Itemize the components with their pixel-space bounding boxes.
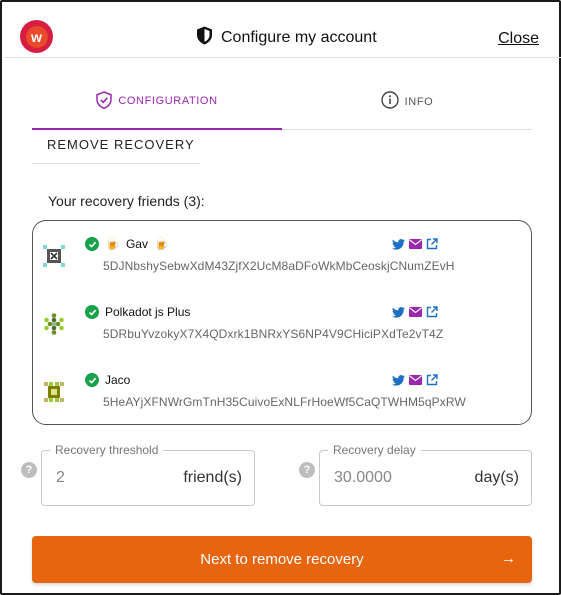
next-button[interactable]: Next to remove recovery → — [32, 536, 532, 583]
friend-name: Polkadot js Plus — [105, 305, 191, 319]
header: w Configure my account Close — [4, 4, 561, 58]
list-item: 🍺 Gav 🍺 5DJNbshySebwXdM43ZjfX2UcM8aDFoWk… — [43, 237, 523, 287]
recovery-delay-label: Recovery delay — [328, 443, 421, 457]
help-icon[interactable]: ? — [299, 462, 315, 478]
recovery-delay-unit: day(s) — [474, 469, 519, 486]
friend-address: 5DRbuYvzokyX7X4QDxrk1BNRxYS6NP4V9CHiciPX… — [103, 327, 444, 341]
tab-configuration[interactable]: CONFIGURATION — [32, 74, 282, 130]
friend-address: 5DJNbshySebwXdM43ZjfX2UcM8aDFoWkMbCeoskj… — [103, 259, 455, 273]
friend-name-row: 🍺 Gav 🍺 — [85, 237, 169, 251]
recovery-delay-field[interactable]: Recovery delay 30.0000 day(s) — [319, 443, 532, 506]
popup-frame: w Configure my account Close CONFIGURATI… — [0, 0, 561, 595]
recovery-threshold-value: 2 — [56, 469, 65, 486]
list-item: Polkadot js Plus 5DRbuYvzokyX7X4QDxrk1BN… — [43, 305, 523, 355]
twitter-icon[interactable] — [391, 237, 405, 251]
twitter-icon[interactable] — [391, 373, 405, 387]
email-icon[interactable] — [408, 237, 422, 251]
friend-name-row: Jaco — [85, 373, 130, 387]
info-circle-icon — [380, 91, 399, 112]
recovery-threshold-unit: friend(s) — [183, 469, 242, 486]
recovery-threshold-field[interactable]: Recovery threshold 2 friend(s) — [41, 443, 255, 506]
beer-emoji: 🍺 — [153, 237, 169, 251]
twitter-icon[interactable] — [391, 305, 405, 319]
arrow-right-icon: → — [501, 550, 516, 567]
recovery-delay-value: 30.0000 — [334, 469, 392, 486]
email-icon[interactable] — [408, 373, 422, 387]
external-link-icon[interactable] — [425, 305, 439, 319]
shield-check-icon — [96, 90, 113, 112]
verified-check-icon — [85, 237, 99, 251]
friend-name-row: Polkadot js Plus — [85, 305, 190, 319]
page-title: Configure my account — [221, 29, 377, 46]
tab-configuration-label: CONFIGURATION — [118, 95, 218, 107]
friend-address: 5HeAYjXFNWrGmTnH35CuivoExNLFrHoeWf5CaQTW… — [103, 395, 466, 409]
beer-emoji: 🍺 — [105, 237, 120, 251]
verified-check-icon — [85, 305, 99, 319]
friend-name: Jaco — [105, 373, 131, 387]
social-links — [391, 373, 439, 387]
header-title: Configure my account — [196, 26, 377, 50]
tab-bar: CONFIGURATION INFO — [32, 74, 532, 130]
verified-check-icon — [85, 373, 99, 387]
next-button-label: Next to remove recovery — [200, 551, 364, 568]
friends-list: 🍺 Gav 🍺 5DJNbshySebwXdM43ZjfX2UcM8aDFoWk… — [32, 220, 532, 425]
friend-name: Gav — [125, 237, 148, 251]
tab-info[interactable]: INFO — [282, 74, 532, 129]
social-links — [391, 305, 439, 319]
tab-info-label: INFO — [404, 95, 434, 108]
app-logo: w — [20, 20, 53, 53]
social-links — [391, 237, 439, 251]
section-heading: REMOVE RECOVERY — [32, 135, 200, 164]
identicon — [43, 381, 65, 403]
shield-icon — [196, 26, 213, 50]
external-link-icon[interactable] — [425, 237, 439, 251]
identicon — [43, 313, 65, 335]
list-item: Jaco 5HeAYjXFNWrGmTnH35CuivoExNLFrHoeWf5… — [43, 373, 523, 423]
identicon — [43, 245, 65, 267]
email-icon[interactable] — [408, 305, 422, 319]
help-icon[interactable]: ? — [21, 462, 37, 478]
recovery-threshold-label: Recovery threshold — [50, 443, 164, 457]
close-link[interactable]: Close — [498, 30, 539, 48]
external-link-icon[interactable] — [425, 373, 439, 387]
friends-title: Your recovery friends (3): — [48, 193, 205, 209]
